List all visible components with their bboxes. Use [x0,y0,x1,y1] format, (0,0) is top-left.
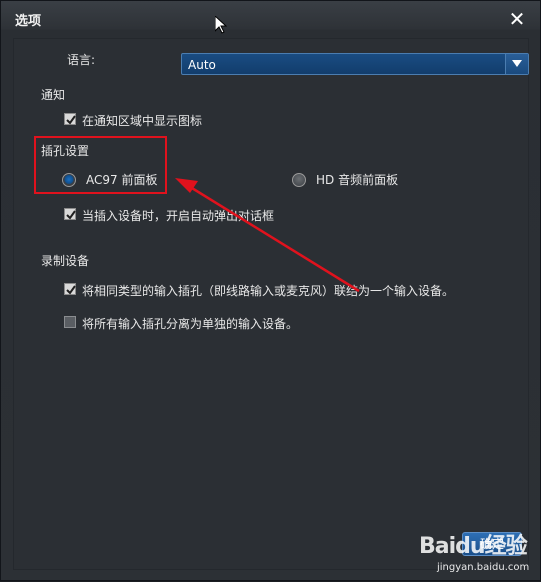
watermark-site: jingyan.baidu.com [437,562,530,573]
annotation-arrow [175,178,360,293]
options-dialog: 选项 ✕ 语言: Auto 通知 在通知区域中显示图标 插孔设置 AC97 前面… [0,0,541,581]
watermark-brand: Baidu经验 [419,534,528,559]
baidu-watermark: Baidu经验 jingyan.baidu.com [419,522,539,578]
mouse-cursor-icon [215,16,227,34]
